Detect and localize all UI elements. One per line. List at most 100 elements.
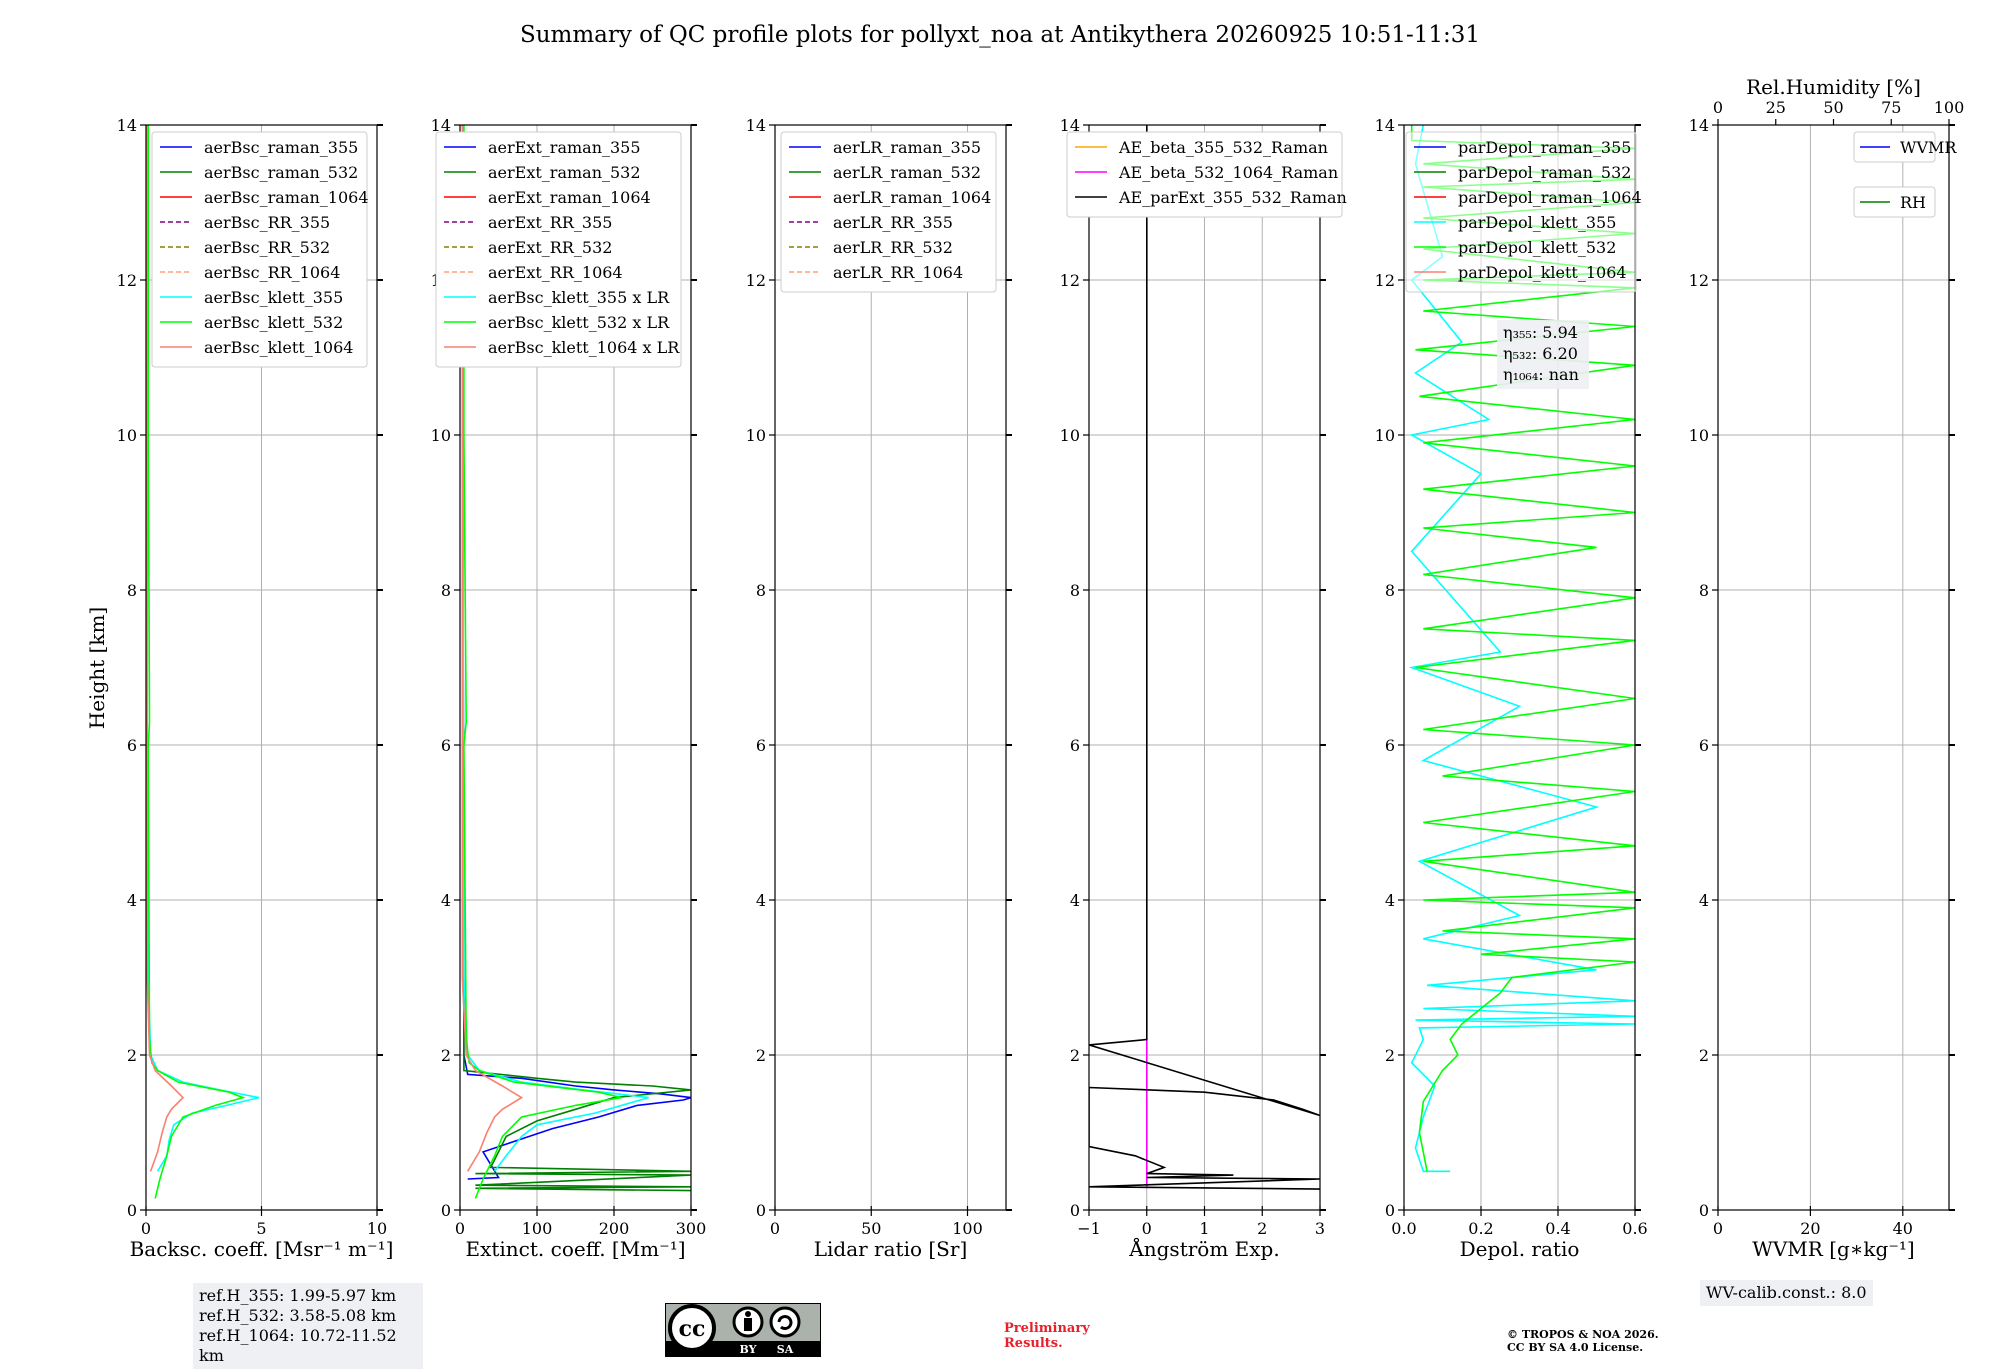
x-tick-label: 0.4 <box>1545 1219 1570 1238</box>
x-axis-label: Extinct. coeff. [Mm⁻¹] <box>465 1237 685 1261</box>
legend-entry: aerBsc_klett_532 x LR <box>488 313 670 332</box>
y-tick-label: 8 <box>1699 581 1709 600</box>
x-tick-label: 5 <box>256 1219 266 1238</box>
legend-entry: AE_parExt_355_532_Raman <box>1118 188 1347 207</box>
y-tick-label: 2 <box>1385 1046 1395 1065</box>
legend-entry: aerBsc_RR_532 <box>204 238 330 257</box>
y-tick-label: 2 <box>1699 1046 1709 1065</box>
y-tick-label: 6 <box>441 736 451 755</box>
x-tick-label: 0.0 <box>1391 1219 1416 1238</box>
x-tick-label: 100 <box>522 1219 553 1238</box>
y-tick-label: 2 <box>127 1046 137 1065</box>
x-tick-label: 0.6 <box>1622 1219 1647 1238</box>
y-tick-label: 12 <box>1689 271 1709 290</box>
x-tick-label: 0 <box>1713 1219 1723 1238</box>
legend-entry: parDepol_raman_355 <box>1458 138 1631 157</box>
panel-backscatter: 0 5 10 0 2 4 6 8 10 12 14 Backsc. coeff. [Msr⁻¹ m⁻¹… <box>117 116 394 1261</box>
x-tick-label: 300 <box>676 1219 707 1238</box>
y-tick-label: 4 <box>441 891 451 910</box>
y-tick-label: 10 <box>431 426 451 445</box>
x-tick-label: 10 <box>367 1219 387 1238</box>
y-tick-label: 2 <box>1070 1046 1080 1065</box>
sa-share-alike-icon <box>769 1306 801 1338</box>
y-tick-label: 8 <box>127 581 137 600</box>
y-tick-label: 4 <box>756 891 766 910</box>
ref-height-532: ref.H_532: 3.58-5.08 km <box>199 1306 397 1325</box>
y-tick-label: 0 <box>756 1201 766 1220</box>
x-axis-label: Ångström Exp. <box>1128 1236 1279 1261</box>
legend-entry: aerExt_raman_532 <box>488 163 641 182</box>
y-tick-label: 0 <box>1699 1201 1709 1220</box>
top-axis-label: Rel.Humidity [%] <box>1746 75 1921 99</box>
annotation-line: η₅₃₂: 6.20 <box>1503 344 1578 363</box>
cc-by-sa-logo-icon: cc BY SA <box>665 1303 821 1357</box>
y-tick-label: 12 <box>117 271 137 290</box>
legend-entry: aerBsc_raman_532 <box>204 163 358 182</box>
legend-entry: aerBsc_raman_355 <box>204 138 358 157</box>
copyright-line: © TROPOS & NOA 2026. <box>1507 1328 1659 1341</box>
x-axis-label: WVMR [g∗kg⁻¹] <box>1752 1237 1914 1261</box>
x-tick-label: 3 <box>1315 1219 1325 1238</box>
y-tick-label: 4 <box>127 891 137 910</box>
y-tick-label: 0 <box>441 1201 451 1220</box>
legend-entry: aerBsc_klett_1064 x LR <box>488 338 680 357</box>
legend: aerLR_raman_355 aerLR_raman_532 aerLR_rama… <box>780 131 997 293</box>
legend-entry: aerExt_RR_532 <box>488 238 612 257</box>
y-tick-label: 0 <box>1385 1201 1395 1220</box>
ref-height-355: ref.H_355: 1.99-5.97 km <box>199 1286 397 1305</box>
legend-entry: aerBsc_klett_355 <box>204 288 343 307</box>
y-tick-label: 14 <box>1375 116 1395 135</box>
preliminary-results-note: Preliminary Results. <box>1004 1321 1090 1351</box>
y-tick-label: 14 <box>1689 116 1709 135</box>
legend-entry: aerBsc_raman_1064 <box>204 188 369 207</box>
legend-entry: aerExt_RR_355 <box>488 213 612 232</box>
x-tick-label: 2 <box>1257 1219 1267 1238</box>
y-tick-label: 2 <box>756 1046 766 1065</box>
wv-calibration-box: WV-calib.const.: 8.0 <box>1700 1280 1873 1306</box>
y-tick-label: 12 <box>1060 271 1080 290</box>
legend: WVMR RH <box>1853 131 1957 218</box>
x-axis-label: Depol. ratio <box>1460 1237 1580 1261</box>
legend-entry: parDepol_klett_532 <box>1458 238 1616 257</box>
y-tick-label: 14 <box>117 116 137 135</box>
panel-angstrom: −1 0 1 2 302468101214Ångström Exp.AE_beta_35… <box>1060 116 1347 1261</box>
top-tick-label: 75 <box>1881 98 1901 117</box>
y-tick-label: 4 <box>1385 891 1395 910</box>
x-tick-label: 40 <box>1893 1219 1913 1238</box>
y-tick-label: 6 <box>1699 736 1709 755</box>
y-tick-label: 10 <box>117 426 137 445</box>
y-tick-label: 2 <box>441 1046 451 1065</box>
legend-entry: aerBsc_klett_1064 <box>204 338 353 357</box>
legend-entry: aerLR_RR_1064 <box>833 263 963 282</box>
y-tick-label: 0 <box>1070 1201 1080 1220</box>
x-tick-label: 1 <box>1199 1219 1209 1238</box>
legend-entry: aerBsc_klett_355 x LR <box>488 288 670 307</box>
y-tick-label: 12 <box>746 271 766 290</box>
y-tick-label: 6 <box>756 736 766 755</box>
legend-entry: aerBsc_RR_1064 <box>204 263 340 282</box>
profile-plots: 0 5 1002468101214Backsc. coeff. [Msr⁻¹ m⁻¹… <box>85 75 1965 1261</box>
legend-entry: AE_beta_532_1064_Raman <box>1118 163 1338 182</box>
annotation-line: η₁₀₆₄: nan <box>1503 365 1579 384</box>
license-line: CC BY SA 4.0 License. <box>1507 1341 1644 1354</box>
x-tick-label: 0 <box>770 1219 780 1238</box>
legend-entry: aerExt_RR_1064 <box>488 263 623 282</box>
legend-entry: WVMR <box>1900 138 1957 157</box>
legend-entry: parDepol_klett_355 <box>1458 213 1616 232</box>
x-axis-label: Backsc. coeff. [Msr⁻¹ m⁻¹] <box>130 1237 394 1261</box>
top-tick-label: 100 <box>1934 98 1965 117</box>
x-tick-label: 100 <box>952 1219 983 1238</box>
y-tick-label: 4 <box>1699 891 1709 910</box>
panel-lidar-ratio: 0 50 100 0 2 4 6 8 10 12 14 Lidar ratio [Sr] aerLR_r… <box>746 116 1012 1261</box>
cc-text: cc <box>679 1316 706 1342</box>
legend-entry: aerLR_RR_532 <box>833 238 953 257</box>
ref-height-1064: ref.H_1064: 10.72-11.52 km <box>199 1326 397 1365</box>
by-label: BY <box>740 1343 757 1356</box>
x-tick-label: 200 <box>599 1219 630 1238</box>
y-tick-label: 12 <box>1375 271 1395 290</box>
top-tick-label: 25 <box>1766 98 1786 117</box>
legend: aerBsc_raman_355 aerBsc_raman_532 aerBsc_r… <box>151 131 369 368</box>
legend-entry: aerBsc_klett_532 <box>204 313 343 332</box>
y-tick-label: 8 <box>756 581 766 600</box>
legend-entry: aerLR_RR_355 <box>833 213 953 232</box>
